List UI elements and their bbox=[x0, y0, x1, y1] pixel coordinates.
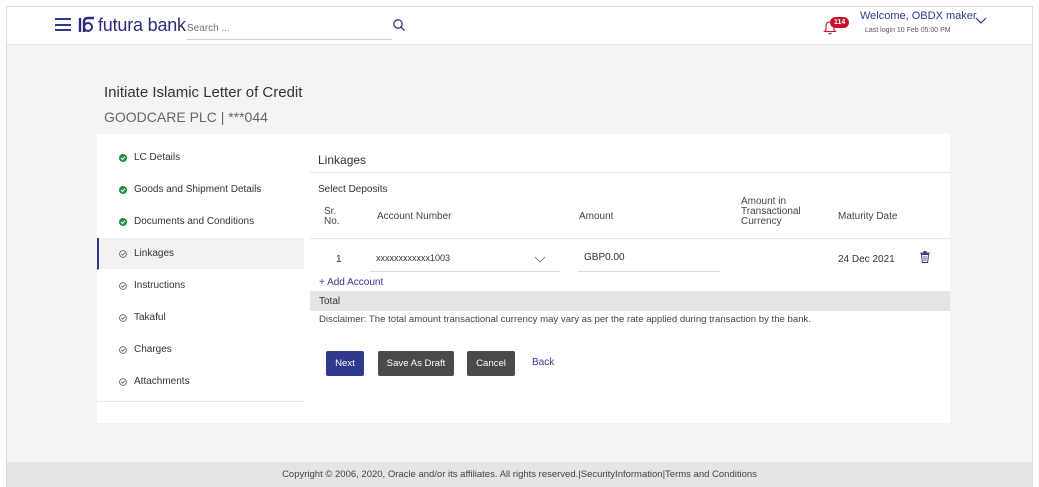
column-header-maturity-date: Maturity Date bbox=[838, 211, 898, 222]
sidebar-item-label: LC Details bbox=[134, 152, 181, 163]
sidebar-item-takaful[interactable]: Takaful bbox=[97, 302, 304, 334]
table-header-divider bbox=[310, 238, 950, 239]
header-line: No. bbox=[324, 216, 340, 227]
sidebar-item-label: Documents and Conditions bbox=[134, 216, 255, 227]
total-row: Total bbox=[310, 291, 950, 311]
sidebar-item-instructions[interactable]: Instructions bbox=[97, 270, 304, 302]
select-deposits-label: Select Deposits bbox=[318, 184, 388, 195]
page-title: Initiate Islamic Letter of Credit bbox=[104, 84, 303, 101]
step-sidebar: LC Details Goods and Shipment Details Do… bbox=[97, 142, 304, 398]
check-circle-outline-icon bbox=[119, 377, 127, 386]
chevron-down-icon[interactable] bbox=[975, 17, 987, 25]
selected-account: xxxxxxxxxxxx1003 bbox=[376, 253, 451, 263]
sidebar-item-documents-conditions[interactable]: Documents and Conditions bbox=[97, 206, 304, 238]
lc-form-card: LC Details Goods and Shipment Details Do… bbox=[97, 134, 950, 423]
check-circle-outline-icon bbox=[119, 281, 127, 290]
brand-name: futura bank bbox=[98, 15, 186, 35]
sidebar-item-label: Instructions bbox=[134, 280, 186, 291]
column-header-amount: Amount bbox=[579, 211, 614, 222]
chevron-down-icon bbox=[534, 256, 546, 263]
column-header-amount-transactional: Amount in Transactional Currency bbox=[741, 197, 801, 227]
search-icon[interactable] bbox=[392, 18, 406, 32]
terms-and-conditions-link[interactable]: Terms and Conditions bbox=[665, 469, 757, 480]
back-link[interactable]: Back bbox=[532, 357, 554, 368]
check-circle-outline-icon bbox=[119, 249, 127, 258]
check-circle-icon bbox=[119, 185, 127, 194]
row-sr-no: 1 bbox=[336, 254, 342, 265]
sidebar-item-linkages[interactable]: Linkages bbox=[97, 238, 304, 270]
app-frame: futura bank 114 Welcome, OBDX maker Last… bbox=[6, 6, 1033, 487]
sidebar-item-goods-shipment[interactable]: Goods and Shipment Details bbox=[97, 174, 304, 206]
top-header: futura bank 114 Welcome, OBDX maker Last… bbox=[7, 7, 1032, 45]
sidebar-item-label: Goods and Shipment Details bbox=[134, 184, 262, 195]
account-number-dropdown[interactable]: xxxxxxxxxxxx1003 bbox=[370, 244, 560, 272]
section-title: Linkages bbox=[318, 153, 367, 167]
hamburger-menu-icon[interactable] bbox=[55, 18, 71, 31]
sidebar-item-label: Takaful bbox=[134, 312, 166, 323]
sidebar-item-label: Charges bbox=[134, 344, 172, 355]
page-footer: Copyright © 2006, 2020, Oracle and/or it… bbox=[7, 462, 1032, 487]
sidebar-item-label: Linkages bbox=[134, 248, 175, 259]
sidebar-item-lc-details[interactable]: LC Details bbox=[97, 142, 304, 174]
sidebar-item-label: Attachments bbox=[134, 376, 190, 387]
futura-bank-logo-icon bbox=[78, 16, 94, 32]
page-subtitle: GOODCARE PLC | ***044 bbox=[104, 109, 268, 125]
disclaimer-text: Disclaimer: The total amount transaction… bbox=[319, 314, 812, 325]
row-maturity-date: 24 Dec 2021 bbox=[838, 254, 895, 265]
column-header-account-number: Account Number bbox=[377, 211, 452, 222]
sidebar-item-charges[interactable]: Charges bbox=[97, 334, 304, 366]
security-information-link[interactable]: SecurityInformation bbox=[581, 469, 663, 480]
next-button[interactable]: Next bbox=[326, 351, 364, 376]
amount-input[interactable] bbox=[578, 244, 720, 272]
check-circle-outline-icon bbox=[119, 313, 127, 322]
delete-trash-icon[interactable] bbox=[920, 251, 930, 263]
welcome-user-menu[interactable]: Welcome, OBDX maker bbox=[860, 10, 977, 22]
last-login-text: Last login 10 Feb 05:00 PM bbox=[865, 27, 951, 34]
header-line: Currency bbox=[741, 216, 782, 227]
notification-count-badge[interactable]: 114 bbox=[830, 17, 850, 28]
total-label: Total bbox=[319, 296, 341, 307]
copyright-text: Copyright © 2006, 2020, Oracle and/or it… bbox=[282, 469, 579, 480]
check-circle-icon bbox=[119, 153, 127, 162]
search-input[interactable] bbox=[187, 18, 392, 40]
check-circle-icon bbox=[119, 217, 127, 226]
check-circle-outline-icon bbox=[119, 345, 127, 354]
save-as-draft-button[interactable]: Save As Draft bbox=[378, 351, 454, 376]
add-account-link[interactable]: + Add Account bbox=[319, 277, 383, 288]
column-header-sr-no: Sr. No. bbox=[324, 207, 340, 227]
sidebar-item-attachments[interactable]: Attachments bbox=[97, 366, 304, 398]
sidebar-divider bbox=[97, 401, 304, 402]
section-divider bbox=[310, 172, 950, 173]
cancel-button[interactable]: Cancel bbox=[467, 351, 515, 376]
